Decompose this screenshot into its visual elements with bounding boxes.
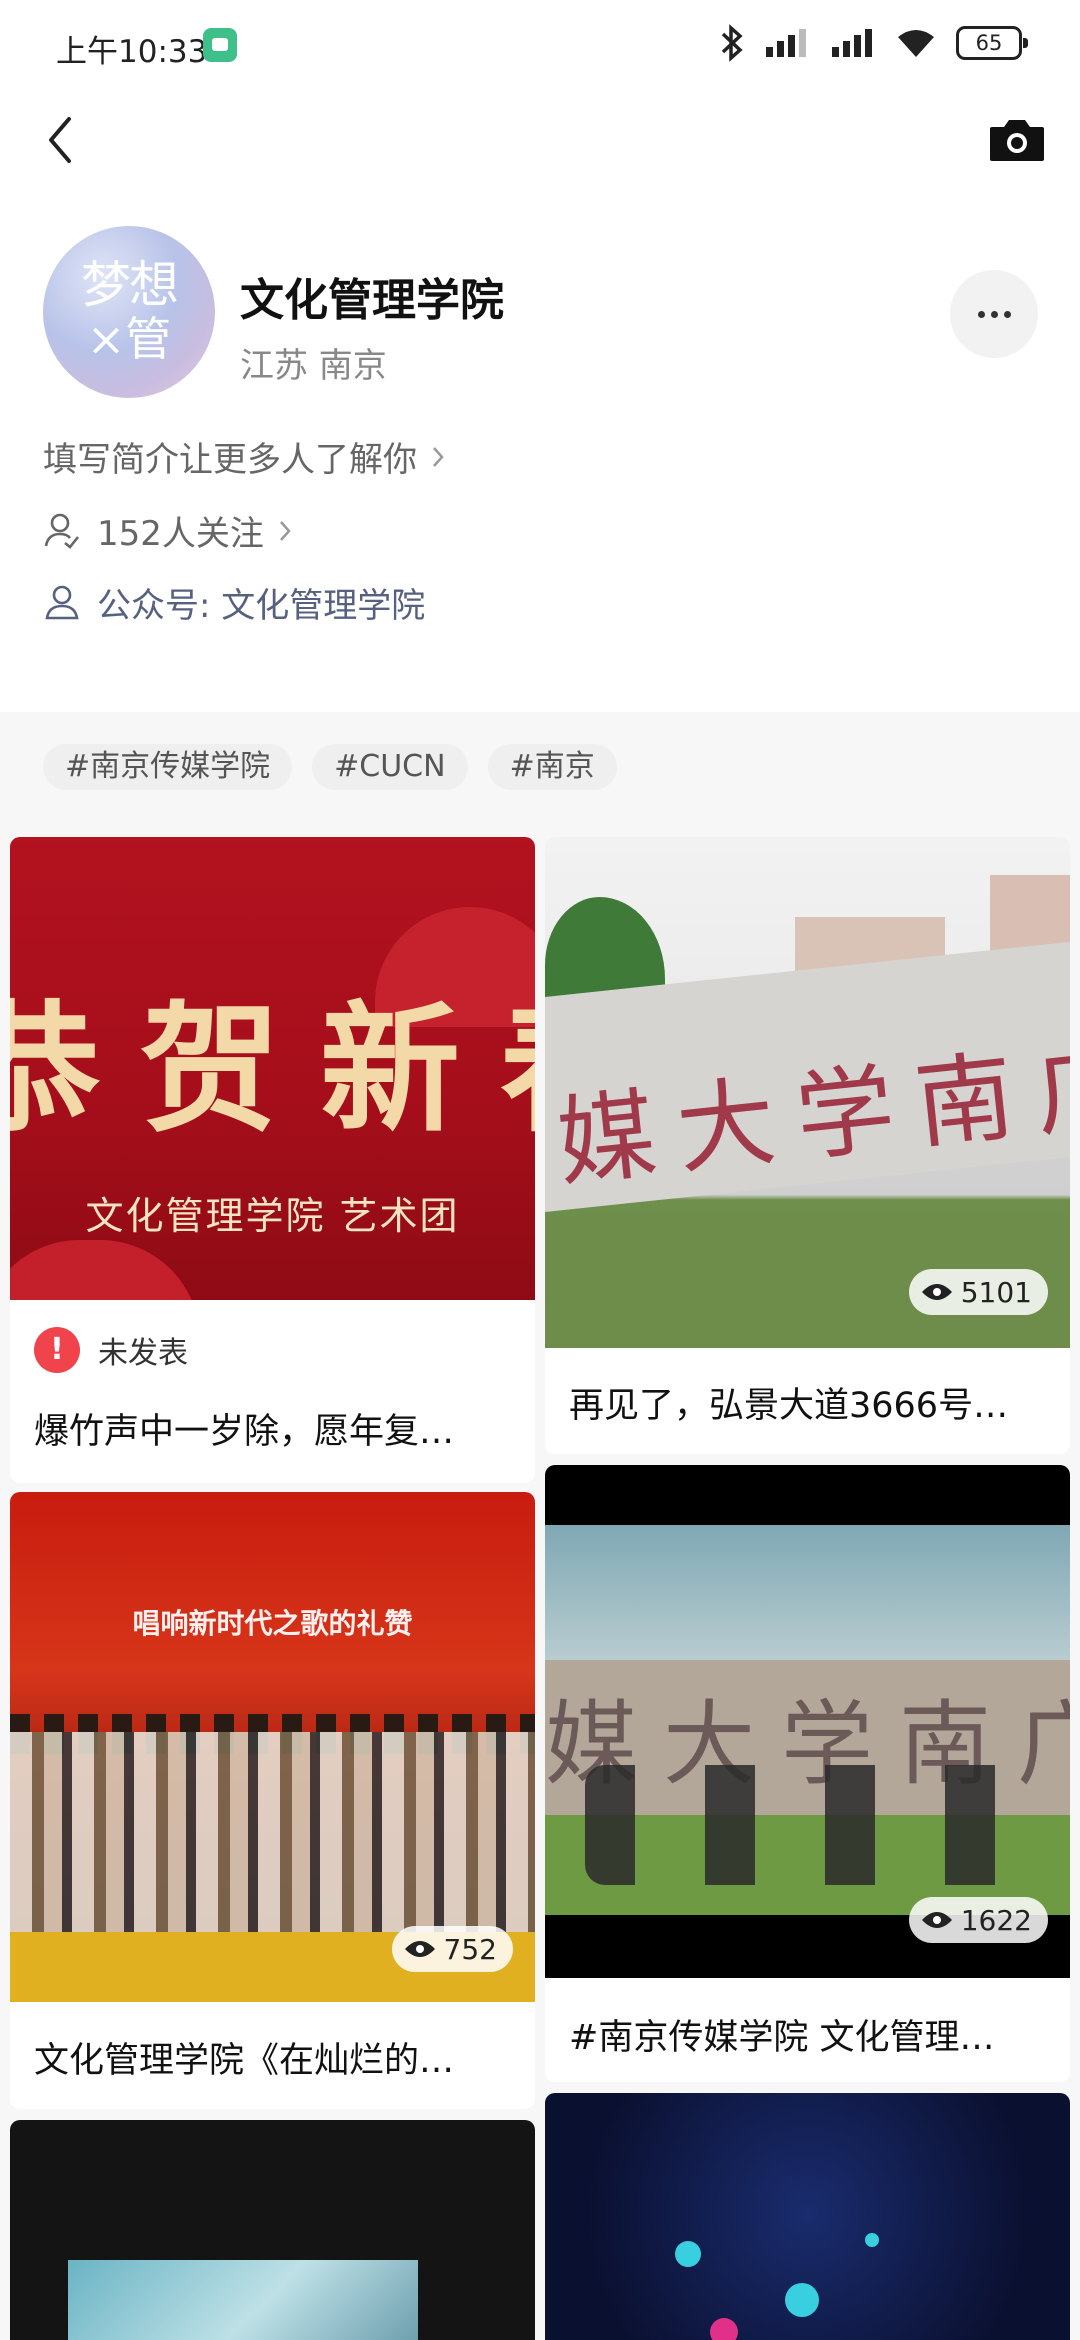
video-title: 文化管理学院《在灿烂的… — [34, 2041, 455, 2081]
signal-icon — [766, 29, 806, 57]
battery-icon: 65 — [956, 26, 1028, 60]
avatar[interactable]: 梦想 ×管 — [43, 226, 215, 398]
status-time: 上午10:33 — [56, 34, 208, 70]
chevron-right-icon — [279, 520, 291, 541]
video-thumbnail: 媒大学南广 1622 — [545, 1465, 1070, 1978]
chevron-left-icon — [49, 117, 71, 163]
video-thumbnail — [545, 2093, 1070, 2340]
intro-prompt-link[interactable]: 填写简介让更多人了解你 — [43, 432, 445, 481]
followers-link[interactable]: 152人关注 — [43, 506, 292, 555]
user-icon — [43, 512, 81, 550]
wifi-icon — [898, 30, 934, 57]
more-icon — [977, 310, 985, 318]
eye-icon — [921, 1284, 952, 1300]
video-thumbnail: 恭贺新春 文化管理学院 艺术团 — [10, 837, 535, 1300]
intro-prompt-text: 填写简介让更多人了解你 — [43, 440, 417, 480]
status-indicators: 65 — [720, 24, 1028, 62]
tag-chip[interactable]: #南京 — [487, 744, 617, 790]
official-account-text: 公众号: 文化管理学院 — [97, 586, 426, 626]
thumbnail-subtitle: 文化管理学院 艺术团 — [85, 1194, 460, 1238]
profile-name: 文化管理学院 — [240, 275, 504, 326]
video-title: #南京传媒学院 文化管理… — [569, 2018, 995, 2058]
avatar-logo-text-2: ×管 — [86, 312, 172, 366]
person-icon — [43, 584, 81, 622]
status-bar: 上午10:33 65 — [0, 0, 1080, 92]
app-notification-icon — [203, 28, 237, 62]
bluetooth-icon — [721, 24, 743, 62]
views-count: 1622 — [960, 1903, 1032, 1937]
views-badge: 5101 — [908, 1269, 1048, 1315]
eye-icon — [404, 1941, 435, 1957]
tag-chip[interactable]: #南京传媒学院 — [43, 744, 293, 790]
chevron-right-icon — [433, 446, 444, 467]
views-count: 752 — [443, 1932, 497, 1966]
thumbnail-text: 唱响新时代之歌的礼赞 — [132, 1607, 413, 1640]
video-title: 爆竹声中一岁除，愿年复… — [34, 1412, 455, 1452]
back-button[interactable] — [30, 106, 90, 174]
more-button[interactable] — [950, 270, 1038, 358]
camera-icon — [990, 120, 1044, 161]
video-card[interactable]: 唱响新时代之歌的礼赞 752 文化管理学院《在灿烂的… — [10, 1492, 535, 2109]
unpublished-label: 未发表 — [98, 1336, 188, 1371]
video-card[interactable] — [10, 2120, 535, 2340]
video-thumbnail — [10, 2120, 535, 2340]
official-account-link[interactable]: 公众号: 文化管理学院 — [43, 578, 425, 627]
video-card[interactable]: 媒大学南广学 5101 再见了，弘景大道3666号… — [545, 837, 1070, 1454]
avatar-logo-text: 梦想 — [81, 256, 179, 314]
alert-icon: ! — [34, 1327, 80, 1373]
views-badge: 752 — [391, 1926, 513, 1972]
video-title: 再见了，弘景大道3666号… — [569, 1386, 1009, 1426]
camera-button[interactable] — [984, 110, 1050, 170]
followers-count: 152人关注 — [97, 514, 264, 554]
thumbnail-text: 恭贺新春 — [10, 988, 535, 1152]
views-count: 5101 — [960, 1275, 1032, 1309]
signal-icon-2 — [832, 29, 872, 57]
tag-list: #南京传媒学院 #CUCN #南京 — [43, 744, 617, 790]
views-badge: 1622 — [908, 1897, 1048, 1943]
eye-icon — [921, 1912, 952, 1928]
profile-location: 江苏 南京 — [240, 346, 387, 386]
unpublished-status: ! 未发表 — [34, 1327, 188, 1373]
video-card[interactable]: 媒大学南广 1622 #南京传媒学院 文化管理… — [545, 1465, 1070, 2082]
tag-chip[interactable]: #CUCN — [312, 744, 468, 790]
video-thumbnail: 唱响新时代之歌的礼赞 752 — [10, 1492, 535, 2002]
video-card[interactable] — [545, 2093, 1070, 2340]
video-card[interactable]: 恭贺新春 文化管理学院 艺术团 ! 未发表 爆竹声中一岁除，愿年复… — [10, 837, 535, 1483]
video-thumbnail: 媒大学南广学 5101 — [545, 837, 1070, 1348]
